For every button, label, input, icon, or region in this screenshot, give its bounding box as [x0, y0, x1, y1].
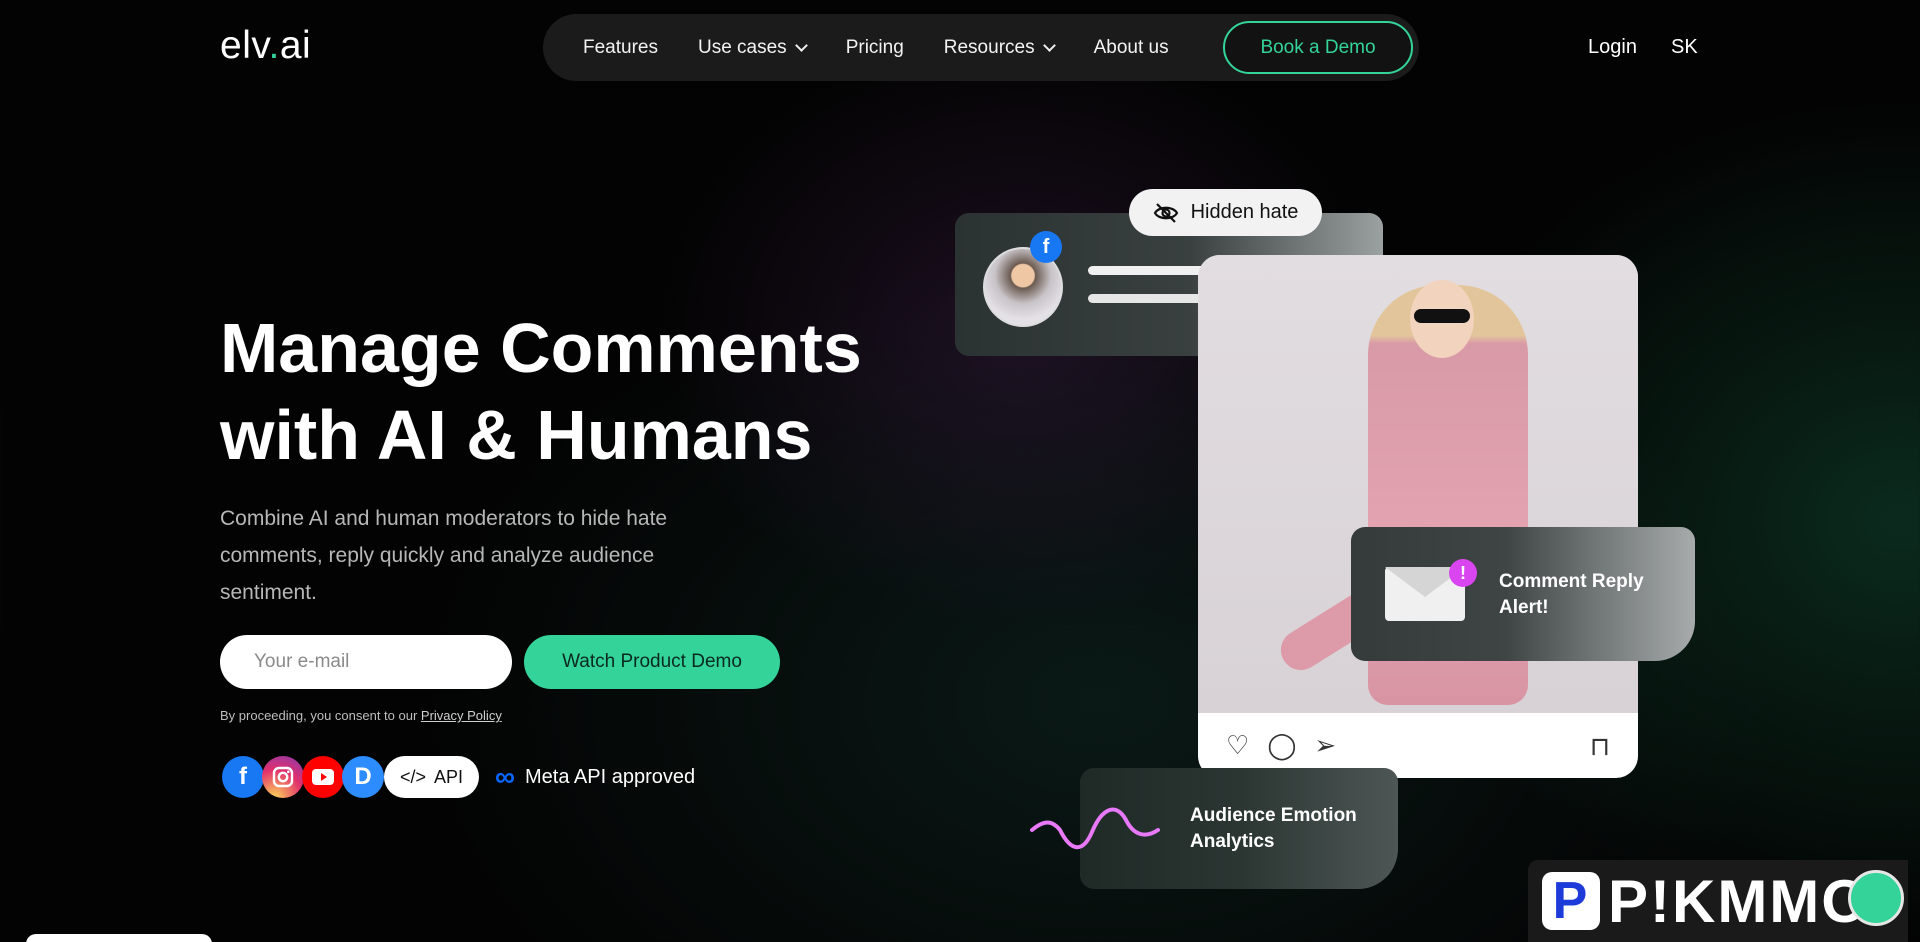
nav-use-cases[interactable]: Use cases: [698, 37, 808, 59]
cookie-banner-edge: [26, 934, 212, 942]
instagram-icon: [262, 756, 304, 798]
meta-icon: ∞: [495, 761, 516, 792]
reply-alert-card: ! Comment Reply Alert!: [1351, 527, 1695, 661]
login-link[interactable]: Login: [1588, 36, 1637, 59]
main-nav: Features Use cases Pricing Resources Abo…: [543, 14, 1419, 81]
nav-about-us[interactable]: About us: [1094, 37, 1169, 59]
platform-list: f D </> API ∞ Meta API approved: [222, 756, 695, 798]
hero-title: Manage Comments with AI & Humans: [220, 309, 862, 474]
emotion-text: Audience Emotion Analytics: [1190, 805, 1357, 852]
comment-icon: ◯: [1267, 730, 1297, 760]
watermark-text: P!KMMO: [1608, 867, 1870, 935]
chat-widget-button[interactable]: [1848, 870, 1904, 926]
heart-icon: ♡: [1226, 730, 1250, 760]
privacy-policy-link[interactable]: Privacy Policy: [421, 708, 502, 723]
send-icon: ➢: [1314, 730, 1337, 760]
youtube-icon: [302, 756, 344, 798]
chevron-down-icon: [794, 38, 808, 52]
nav-features[interactable]: Features: [583, 37, 658, 59]
bookmark-icon: ⊓: [1589, 731, 1610, 761]
facebook-icon: f: [1030, 231, 1062, 263]
watch-demo-button[interactable]: Watch Product Demo: [524, 635, 780, 689]
watermark-logo: P: [1542, 872, 1600, 930]
code-icon: </>: [400, 766, 427, 787]
logo[interactable]: elv.ai: [220, 24, 311, 68]
disqus-icon: D: [342, 756, 384, 798]
alert-icon: !: [1449, 559, 1477, 587]
eye-off-icon: [1153, 202, 1178, 223]
api-badge: </> API: [384, 756, 480, 798]
social-post-card: ♡ ◯ ➢ ⊓: [1198, 255, 1638, 778]
facebook-icon: f: [222, 756, 264, 798]
email-input[interactable]: [220, 635, 512, 689]
wave-icon: [1030, 807, 1160, 850]
hidden-hate-badge: Hidden hate: [1129, 189, 1322, 236]
nav-resources[interactable]: Resources: [944, 37, 1056, 59]
book-demo-button[interactable]: Book a Demo: [1223, 21, 1413, 74]
nav-pricing[interactable]: Pricing: [846, 37, 904, 59]
language-switcher[interactable]: SK: [1671, 36, 1698, 59]
hero-subtitle: Combine AI and human moderators to hide …: [220, 507, 668, 604]
meta-badge: ∞ Meta API approved: [495, 761, 696, 792]
consent-text: By proceeding, you consent to our Privac…: [220, 708, 502, 723]
alert-text: Comment Reply Alert!: [1499, 571, 1644, 618]
chevron-down-icon: [1042, 38, 1056, 52]
